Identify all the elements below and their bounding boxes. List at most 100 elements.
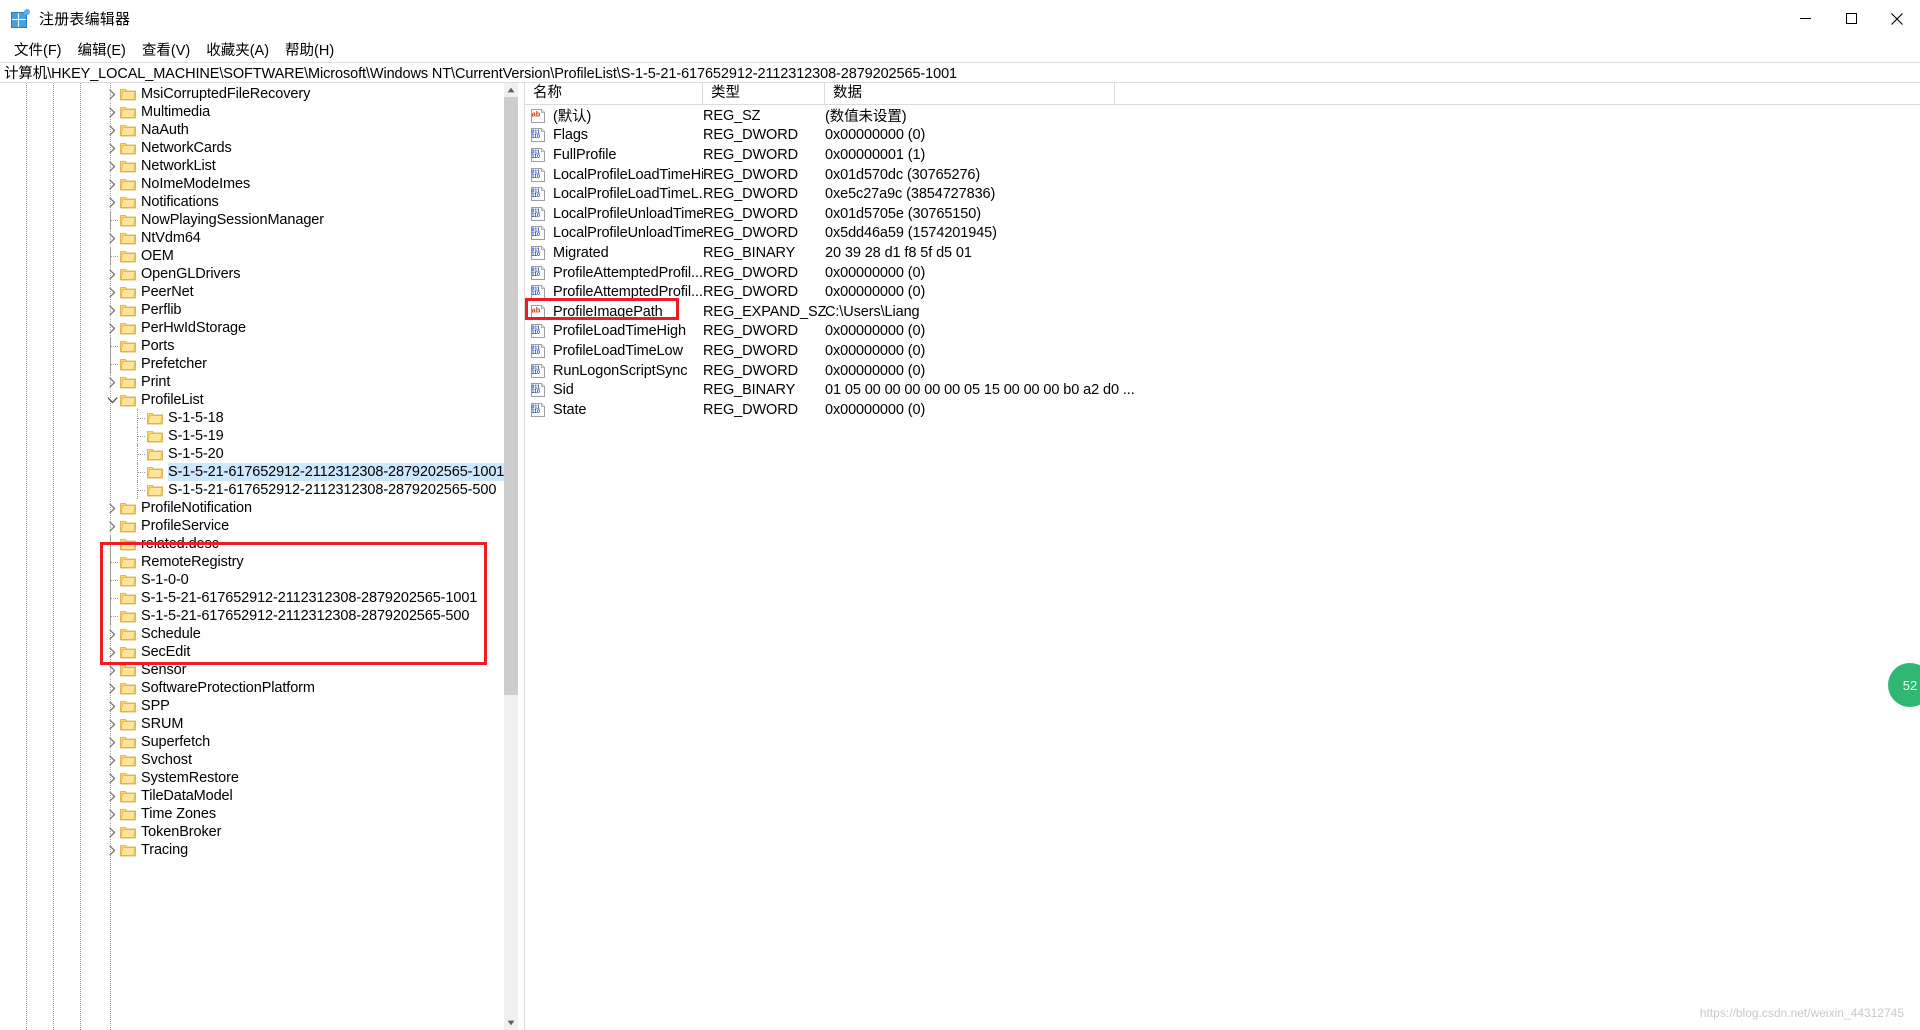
value-row[interactable]: 011 110 RunLogonScriptSync REG_DWORD 0x00000… <box>525 361 1920 381</box>
tree-item-tiledatamodel[interactable]: TileDataModel <box>0 787 504 805</box>
tree-item-tokenbroker[interactable]: TokenBroker <box>0 823 504 841</box>
tree-item-print[interactable]: Print <box>0 373 504 391</box>
tree-item-ntvdm64[interactable]: NtVdm64 <box>0 229 504 247</box>
tree-item-msicorruptedfilerecovery[interactable]: MsiCorruptedFileRecovery <box>0 85 504 103</box>
scroll-down-arrow-icon[interactable] <box>504 1016 518 1030</box>
chevron-right-icon[interactable] <box>104 517 120 535</box>
tree-item-srum[interactable]: SRUM <box>0 715 504 733</box>
chevron-right-icon[interactable] <box>104 103 120 121</box>
chevron-right-icon[interactable] <box>104 85 120 103</box>
chevron-right-icon[interactable] <box>104 499 120 517</box>
chevron-right-icon[interactable] <box>104 139 120 157</box>
tree-item-secedit[interactable]: SecEdit <box>0 643 504 661</box>
tree-item-notifications[interactable]: Notifications <box>0 193 504 211</box>
column-header-type[interactable]: 类型 <box>703 83 825 104</box>
tree-item-s-1-5-20[interactable]: S-1-5-20 <box>0 445 504 463</box>
tree-item-s-1-5-21-617652912-2112312308-2879202565-1001[interactable]: S-1-5-21-617652912-2112312308-2879202565… <box>0 463 504 481</box>
tree-vertical-scrollbar[interactable] <box>504 83 518 1030</box>
column-header-name[interactable]: 名称 <box>525 83 703 104</box>
value-row[interactable]: 011 110 ProfileAttemptedProfil... REG_DWORD… <box>525 282 1920 302</box>
chevron-right-icon[interactable] <box>104 751 120 769</box>
value-row[interactable]: 011 110 Migrated REG_BINARY 20 39 28 d1 f8 5… <box>525 243 1920 263</box>
tree-item-softwareprotectionplatform[interactable]: SoftwareProtectionPlatform <box>0 679 504 697</box>
tree-item-profilelist[interactable]: ProfileList <box>0 391 504 409</box>
address-bar[interactable]: 计算机\HKEY_LOCAL_MACHINE\SOFTWARE\Microsof… <box>0 62 1920 83</box>
tree-item-tracing[interactable]: Tracing <box>0 841 504 859</box>
menu-edit[interactable]: 编辑(E) <box>70 37 134 62</box>
tree-item-peernet[interactable]: PeerNet <box>0 283 504 301</box>
chevron-right-icon[interactable] <box>104 733 120 751</box>
tree-item-s-1-5-21-617652912-2112312308-2879202565-500[interactable]: S-1-5-21-617652912-2112312308-2879202565… <box>0 481 504 499</box>
value-row[interactable]: 011 110 State REG_DWORD 0x00000000 (0) <box>525 400 1920 420</box>
chevron-right-icon[interactable] <box>104 769 120 787</box>
tree-item-s-1-0-0[interactable]: S-1-0-0 <box>0 571 504 589</box>
value-row[interactable]: 011 110 LocalProfileUnloadTime... REG_DWORD… <box>525 224 1920 244</box>
chevron-right-icon[interactable] <box>104 193 120 211</box>
tree-item-s-1-5-19[interactable]: S-1-5-19 <box>0 427 504 445</box>
tree-item-time-zones[interactable]: Time Zones <box>0 805 504 823</box>
tree-item-noimemodeimes[interactable]: NoImeModeImes <box>0 175 504 193</box>
chevron-right-icon[interactable] <box>104 715 120 733</box>
chevron-right-icon[interactable] <box>104 823 120 841</box>
chevron-right-icon[interactable] <box>104 625 120 643</box>
tree-item-s-1-5-21-617652912-2112312308-2879202565-1001[interactable]: S-1-5-21-617652912-2112312308-2879202565… <box>0 589 504 607</box>
tree-item-sensor[interactable]: Sensor <box>0 661 504 679</box>
chevron-right-icon[interactable] <box>104 643 120 661</box>
chevron-right-icon[interactable] <box>104 661 120 679</box>
tree-item-systemrestore[interactable]: SystemRestore <box>0 769 504 787</box>
chevron-right-icon[interactable] <box>104 175 120 193</box>
chevron-right-icon[interactable] <box>104 319 120 337</box>
tree-item-prefetcher[interactable]: Prefetcher <box>0 355 504 373</box>
tree-item-opengldrivers[interactable]: OpenGLDrivers <box>0 265 504 283</box>
pane-splitter[interactable] <box>518 83 523 1030</box>
value-row[interactable]: 011 110 Sid REG_BINARY 01 05 00 00 00 00 00 … <box>525 380 1920 400</box>
tree-item-oem[interactable]: OEM <box>0 247 504 265</box>
column-header-data[interactable]: 数据 <box>825 83 1115 104</box>
tree-item-ports[interactable]: Ports <box>0 337 504 355</box>
chevron-right-icon[interactable] <box>104 697 120 715</box>
tree-item-naauth[interactable]: NaAuth <box>0 121 504 139</box>
chevron-right-icon[interactable] <box>104 229 120 247</box>
chevron-right-icon[interactable] <box>104 121 120 139</box>
value-row[interactable]: 011 110 ProfileAttemptedProfil... REG_DWORD… <box>525 263 1920 283</box>
chevron-right-icon[interactable] <box>104 157 120 175</box>
maximize-button[interactable] <box>1828 0 1874 37</box>
tree-item-svchost[interactable]: Svchost <box>0 751 504 769</box>
value-row[interactable]: 011 110 LocalProfileUnloadTime... REG_DWORD… <box>525 204 1920 224</box>
value-row[interactable]: 011 110 LocalProfileLoadTimeHi... REG_DWORD… <box>525 165 1920 185</box>
menu-favorites[interactable]: 收藏夹(A) <box>198 37 277 62</box>
value-row[interactable]: 011 110 Flags REG_DWORD 0x00000000 (0) <box>525 126 1920 146</box>
tree-item-related-desc[interactable]: related.desc <box>0 535 504 553</box>
scroll-up-arrow-icon[interactable] <box>504 83 518 97</box>
menu-file[interactable]: 文件(F) <box>6 37 70 62</box>
value-row[interactable]: 011 110 ProfileLoadTimeLow REG_DWORD 0x00000… <box>525 341 1920 361</box>
chevron-right-icon[interactable] <box>104 265 120 283</box>
tree-item-remoteregistry[interactable]: RemoteRegistry <box>0 553 504 571</box>
tree-item-networkcards[interactable]: NetworkCards <box>0 139 504 157</box>
tree-item-s-1-5-18[interactable]: S-1-5-18 <box>0 409 504 427</box>
tree-item-networklist[interactable]: NetworkList <box>0 157 504 175</box>
value-row[interactable]: 011 110 LocalProfileLoadTimeL... REG_DWORD 0… <box>525 184 1920 204</box>
tree-item-perhwidstorage[interactable]: PerHwIdStorage <box>0 319 504 337</box>
tree-item-perflib[interactable]: Perflib <box>0 301 504 319</box>
minimize-button[interactable] <box>1782 0 1828 37</box>
value-row[interactable]: 011 110 FullProfile REG_DWORD 0x00000001 (1) <box>525 145 1920 165</box>
tree-scroll-thumb[interactable] <box>504 97 518 695</box>
tree-scroll-track[interactable] <box>504 97 518 1016</box>
chevron-right-icon[interactable] <box>104 373 120 391</box>
value-row[interactable]: ab (默认) REG_SZ (数值未设置) <box>525 106 1920 126</box>
tree-item-profilenotification[interactable]: ProfileNotification <box>0 499 504 517</box>
chevron-right-icon[interactable] <box>104 841 120 859</box>
tree-item-spp[interactable]: SPP <box>0 697 504 715</box>
chevron-right-icon[interactable] <box>104 787 120 805</box>
menu-help[interactable]: 帮助(H) <box>277 37 342 62</box>
tree-item-s-1-5-21-617652912-2112312308-2879202565-500[interactable]: S-1-5-21-617652912-2112312308-2879202565… <box>0 607 504 625</box>
chevron-right-icon[interactable] <box>104 679 120 697</box>
tree-item-nowplayingsessionmanager[interactable]: NowPlayingSessionManager <box>0 211 504 229</box>
tree-item-profileservice[interactable]: ProfileService <box>0 517 504 535</box>
tree-item-schedule[interactable]: Schedule <box>0 625 504 643</box>
value-row[interactable]: ab ProfileImagePath REG_EXPAND_SZ C:\Users\… <box>525 302 1920 322</box>
chevron-down-icon[interactable] <box>104 391 120 409</box>
tree-item-superfetch[interactable]: Superfetch <box>0 733 504 751</box>
chevron-right-icon[interactable] <box>104 805 120 823</box>
